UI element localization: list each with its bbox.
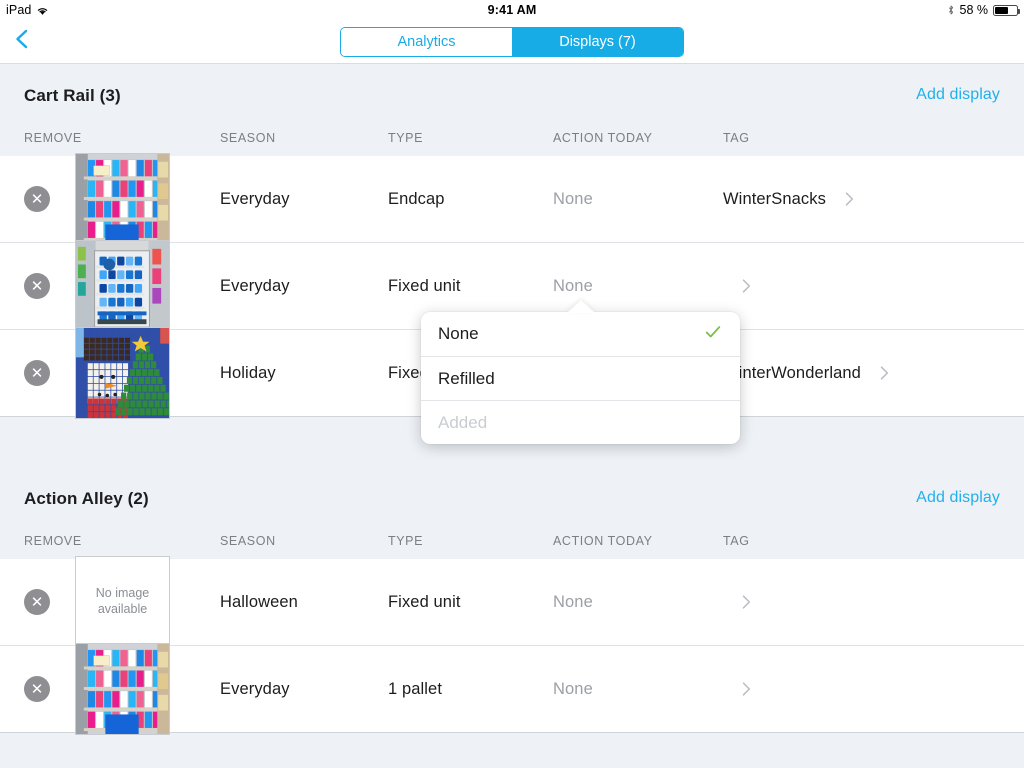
display-thumbnail[interactable] <box>75 327 170 419</box>
remove-x-icon[interactable]: ✕ <box>24 186 50 212</box>
column-header-remove: REMOVE <box>24 131 82 145</box>
display-section: Action Alley (2) Add display REMOVE SEASON T… <box>0 467 1024 735</box>
table-row[interactable]: ✕ No image available Halloween Fixed unit No… <box>0 556 1024 648</box>
displays-page: Cart Rail (3) Add display REMOVE SEASON TYPE… <box>0 64 1024 768</box>
cell-action-today[interactable]: None <box>553 680 723 699</box>
add-display-button[interactable]: Add display <box>916 489 1000 507</box>
column-header-type: TYPE <box>388 131 424 145</box>
popover-arrow-icon <box>567 300 595 313</box>
column-header-action-today: ACTION TODAY <box>553 131 653 145</box>
remove-cell: ✕ <box>0 643 220 735</box>
popover-option-added: Added <box>421 400 740 444</box>
remove-cell: ✕ <box>0 327 220 419</box>
popover-option-label: None <box>438 324 479 343</box>
action-today-popover[interactable]: None Refilled Added <box>421 300 740 444</box>
cell-type: 1 pallet <box>388 679 443 698</box>
chevron-right-icon[interactable] <box>723 276 769 296</box>
section-title: Cart Rail (3) <box>24 86 121 105</box>
column-header-season: SEASON <box>220 534 276 548</box>
table-row[interactable]: ✕ Everyday Endcap None WinterSnacks <box>0 153 1024 245</box>
section-title: Action Alley (2) <box>24 489 149 508</box>
add-display-button[interactable]: Add display <box>916 86 1000 104</box>
display-thumbnail[interactable] <box>75 153 170 245</box>
remove-x-icon[interactable]: ✕ <box>24 273 50 299</box>
back-button[interactable] <box>8 28 36 56</box>
section-header: Action Alley (2) Add display <box>0 467 1024 509</box>
column-header-row: REMOVE SEASON TYPE ACTION TODAY TAG <box>0 523 1024 559</box>
remove-cell: ✕ No image available <box>0 556 220 648</box>
cell-season: Everyday <box>220 679 290 698</box>
remove-cell: ✕ <box>0 240 220 332</box>
section-header: Cart Rail (3) Add display <box>0 64 1024 106</box>
cell-season: Everyday <box>220 276 290 295</box>
tab-analytics[interactable]: Analytics <box>341 27 512 56</box>
column-header-remove: REMOVE <box>24 534 82 548</box>
chevron-left-icon <box>10 27 34 56</box>
column-header-tag: TAG <box>723 534 750 548</box>
remove-cell: ✕ <box>0 153 220 245</box>
table-row[interactable]: ✕ Everyday 1 pallet None <box>0 643 1024 735</box>
remove-x-icon[interactable]: ✕ <box>24 360 50 386</box>
chevron-right-icon[interactable] <box>861 363 907 383</box>
cell-season: Halloween <box>220 592 298 611</box>
cell-type: Fixed unit <box>388 592 461 611</box>
no-image-label: No image available <box>95 586 150 616</box>
display-thumbnail[interactable] <box>75 643 170 735</box>
chevron-right-icon[interactable] <box>723 679 769 699</box>
no-image-placeholder[interactable]: No image available <box>75 556 170 648</box>
column-header-tag: TAG <box>723 131 750 145</box>
page-bottom-fill <box>0 733 1024 768</box>
status-bar: iPad 9:41 AM 58 % <box>0 0 1024 20</box>
remove-x-icon[interactable]: ✕ <box>24 589 50 615</box>
cell-tag: WinterWonderland <box>723 363 861 382</box>
cell-tag: WinterSnacks <box>723 189 826 208</box>
display-thumbnail[interactable] <box>75 240 170 332</box>
navigation-bar: Analytics Displays (7) <box>0 20 1024 64</box>
remove-x-icon[interactable]: ✕ <box>24 676 50 702</box>
popover-option-label: Added <box>438 412 488 432</box>
display-rows: ✕ No image available Halloween Fixed unit No… <box>0 556 1024 735</box>
cell-action-today[interactable]: None <box>553 593 723 612</box>
column-header-type: TYPE <box>388 534 424 548</box>
battery-icon <box>993 4 1020 16</box>
column-header-row: REMOVE SEASON TYPE ACTION TODAY TAG <box>0 120 1024 156</box>
popover-option-refilled[interactable]: Refilled <box>421 356 740 400</box>
column-header-action-today: ACTION TODAY <box>553 534 653 548</box>
check-icon <box>704 323 722 346</box>
chevron-right-icon[interactable] <box>723 592 769 612</box>
chevron-right-icon[interactable] <box>826 189 872 209</box>
popover-option-label: Refilled <box>438 368 495 388</box>
status-clock: 9:41 AM <box>487 3 537 17</box>
view-segmented-control[interactable]: Analytics Displays (7) <box>340 26 684 57</box>
cell-action-today[interactable]: None <box>553 277 723 296</box>
cell-action-today[interactable]: None <box>553 190 723 209</box>
cell-season: Holiday <box>220 363 276 382</box>
cell-type: Endcap <box>388 189 445 208</box>
tab-displays[interactable]: Displays (7) <box>512 27 683 56</box>
cell-type: Fixed unit <box>388 276 461 295</box>
column-header-season: SEASON <box>220 131 276 145</box>
popover-option-none[interactable]: None <box>421 312 740 356</box>
cell-season: Everyday <box>220 189 290 208</box>
